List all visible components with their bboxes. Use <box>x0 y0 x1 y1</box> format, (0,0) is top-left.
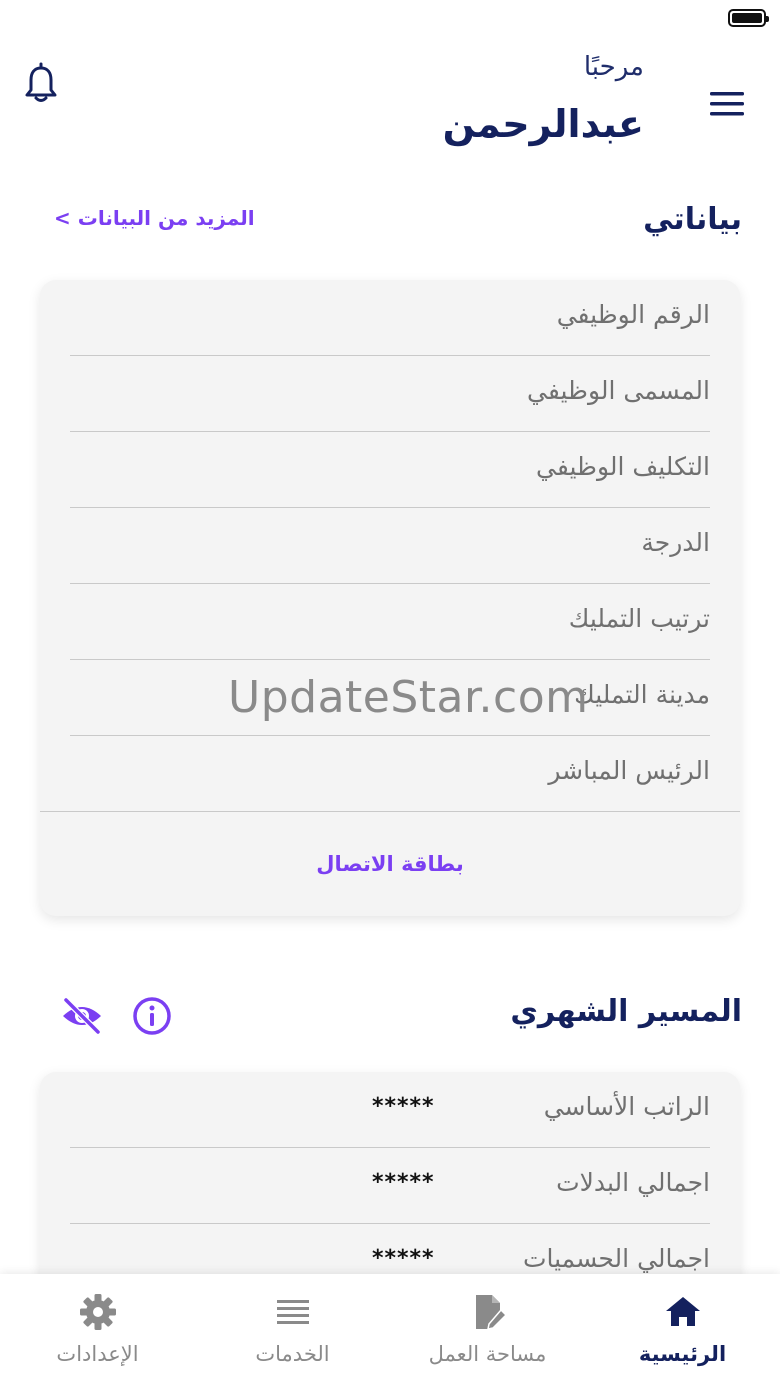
bottom-navigation: الرئيسية مساحة العمل الخدمات الإعدادات <box>0 1274 780 1387</box>
payslip-row-allowances: اجمالي البدلات ***** <box>70 1148 710 1224</box>
data-row-direct-manager: الرئيس المباشر <box>70 736 710 811</box>
nav-home[interactable]: الرئيسية <box>585 1274 780 1387</box>
payslip-value: ***** <box>372 1094 435 1119</box>
payslip-label: الراتب الأساسي <box>543 1092 710 1121</box>
payslip-title: المسير الشهري <box>510 994 742 1029</box>
data-row-job-assignment: التكليف الوظيفي <box>70 432 710 508</box>
user-name: عبدالرحمن <box>442 102 644 146</box>
bell-icon[interactable] <box>24 62 58 104</box>
field-label: الدرجة <box>641 528 710 557</box>
payslip-value: ***** <box>372 1170 435 1195</box>
my-data-title: بياناتي <box>643 202 742 237</box>
home-icon <box>665 1297 700 1326</box>
more-data-link[interactable]: المزيد من البيانات > <box>54 206 255 230</box>
field-label: الرئيس المباشر <box>548 756 710 785</box>
data-row-grade: الدرجة <box>70 508 710 584</box>
nav-label: الرئيسية <box>638 1342 727 1366</box>
data-row-ownership-order: ترتيب التمليك <box>70 584 710 660</box>
nav-settings[interactable]: الإعدادات <box>0 1274 195 1387</box>
payslip-label: اجمالي الحسميات <box>522 1244 710 1273</box>
payslip-row-basic-salary: الراتب الأساسي ***** <box>70 1072 710 1148</box>
field-label: المسمى الوظيفي <box>527 376 710 405</box>
payslip-label: اجمالي البدلات <box>556 1168 710 1197</box>
contact-card-button[interactable]: بطاقة الاتصال <box>40 812 740 916</box>
edit-document-icon <box>475 1295 507 1330</box>
nav-label: مساحة العمل <box>428 1342 547 1366</box>
data-row-employee-number: الرقم الوظيفي <box>70 280 710 356</box>
nav-workspace[interactable]: مساحة العمل <box>390 1274 585 1387</box>
info-icon[interactable] <box>130 994 174 1038</box>
menu-icon[interactable] <box>708 90 746 120</box>
field-label: الرقم الوظيفي <box>556 300 710 329</box>
nav-label: الإعدادات <box>56 1342 139 1366</box>
field-label: مدينة التمليك <box>574 680 710 709</box>
list-icon <box>276 1300 309 1324</box>
visibility-off-icon[interactable] <box>60 994 104 1038</box>
battery-icon <box>728 9 769 27</box>
status-bar <box>0 0 780 40</box>
gear-icon <box>79 1294 116 1330</box>
watermark: UpdateStar.com <box>228 672 589 723</box>
nav-services[interactable]: الخدمات <box>195 1274 390 1387</box>
nav-label: الخدمات <box>255 1342 330 1366</box>
my-data-card: الرقم الوظيفي المسمى الوظيفي التكليف الو… <box>40 280 740 916</box>
field-label: ترتيب التمليك <box>568 604 710 633</box>
data-row-job-title: المسمى الوظيفي <box>70 356 710 432</box>
greeting-text: مرحبًا <box>583 52 644 82</box>
field-label: التكليف الوظيفي <box>536 452 710 481</box>
payslip-value: ***** <box>372 1246 435 1271</box>
